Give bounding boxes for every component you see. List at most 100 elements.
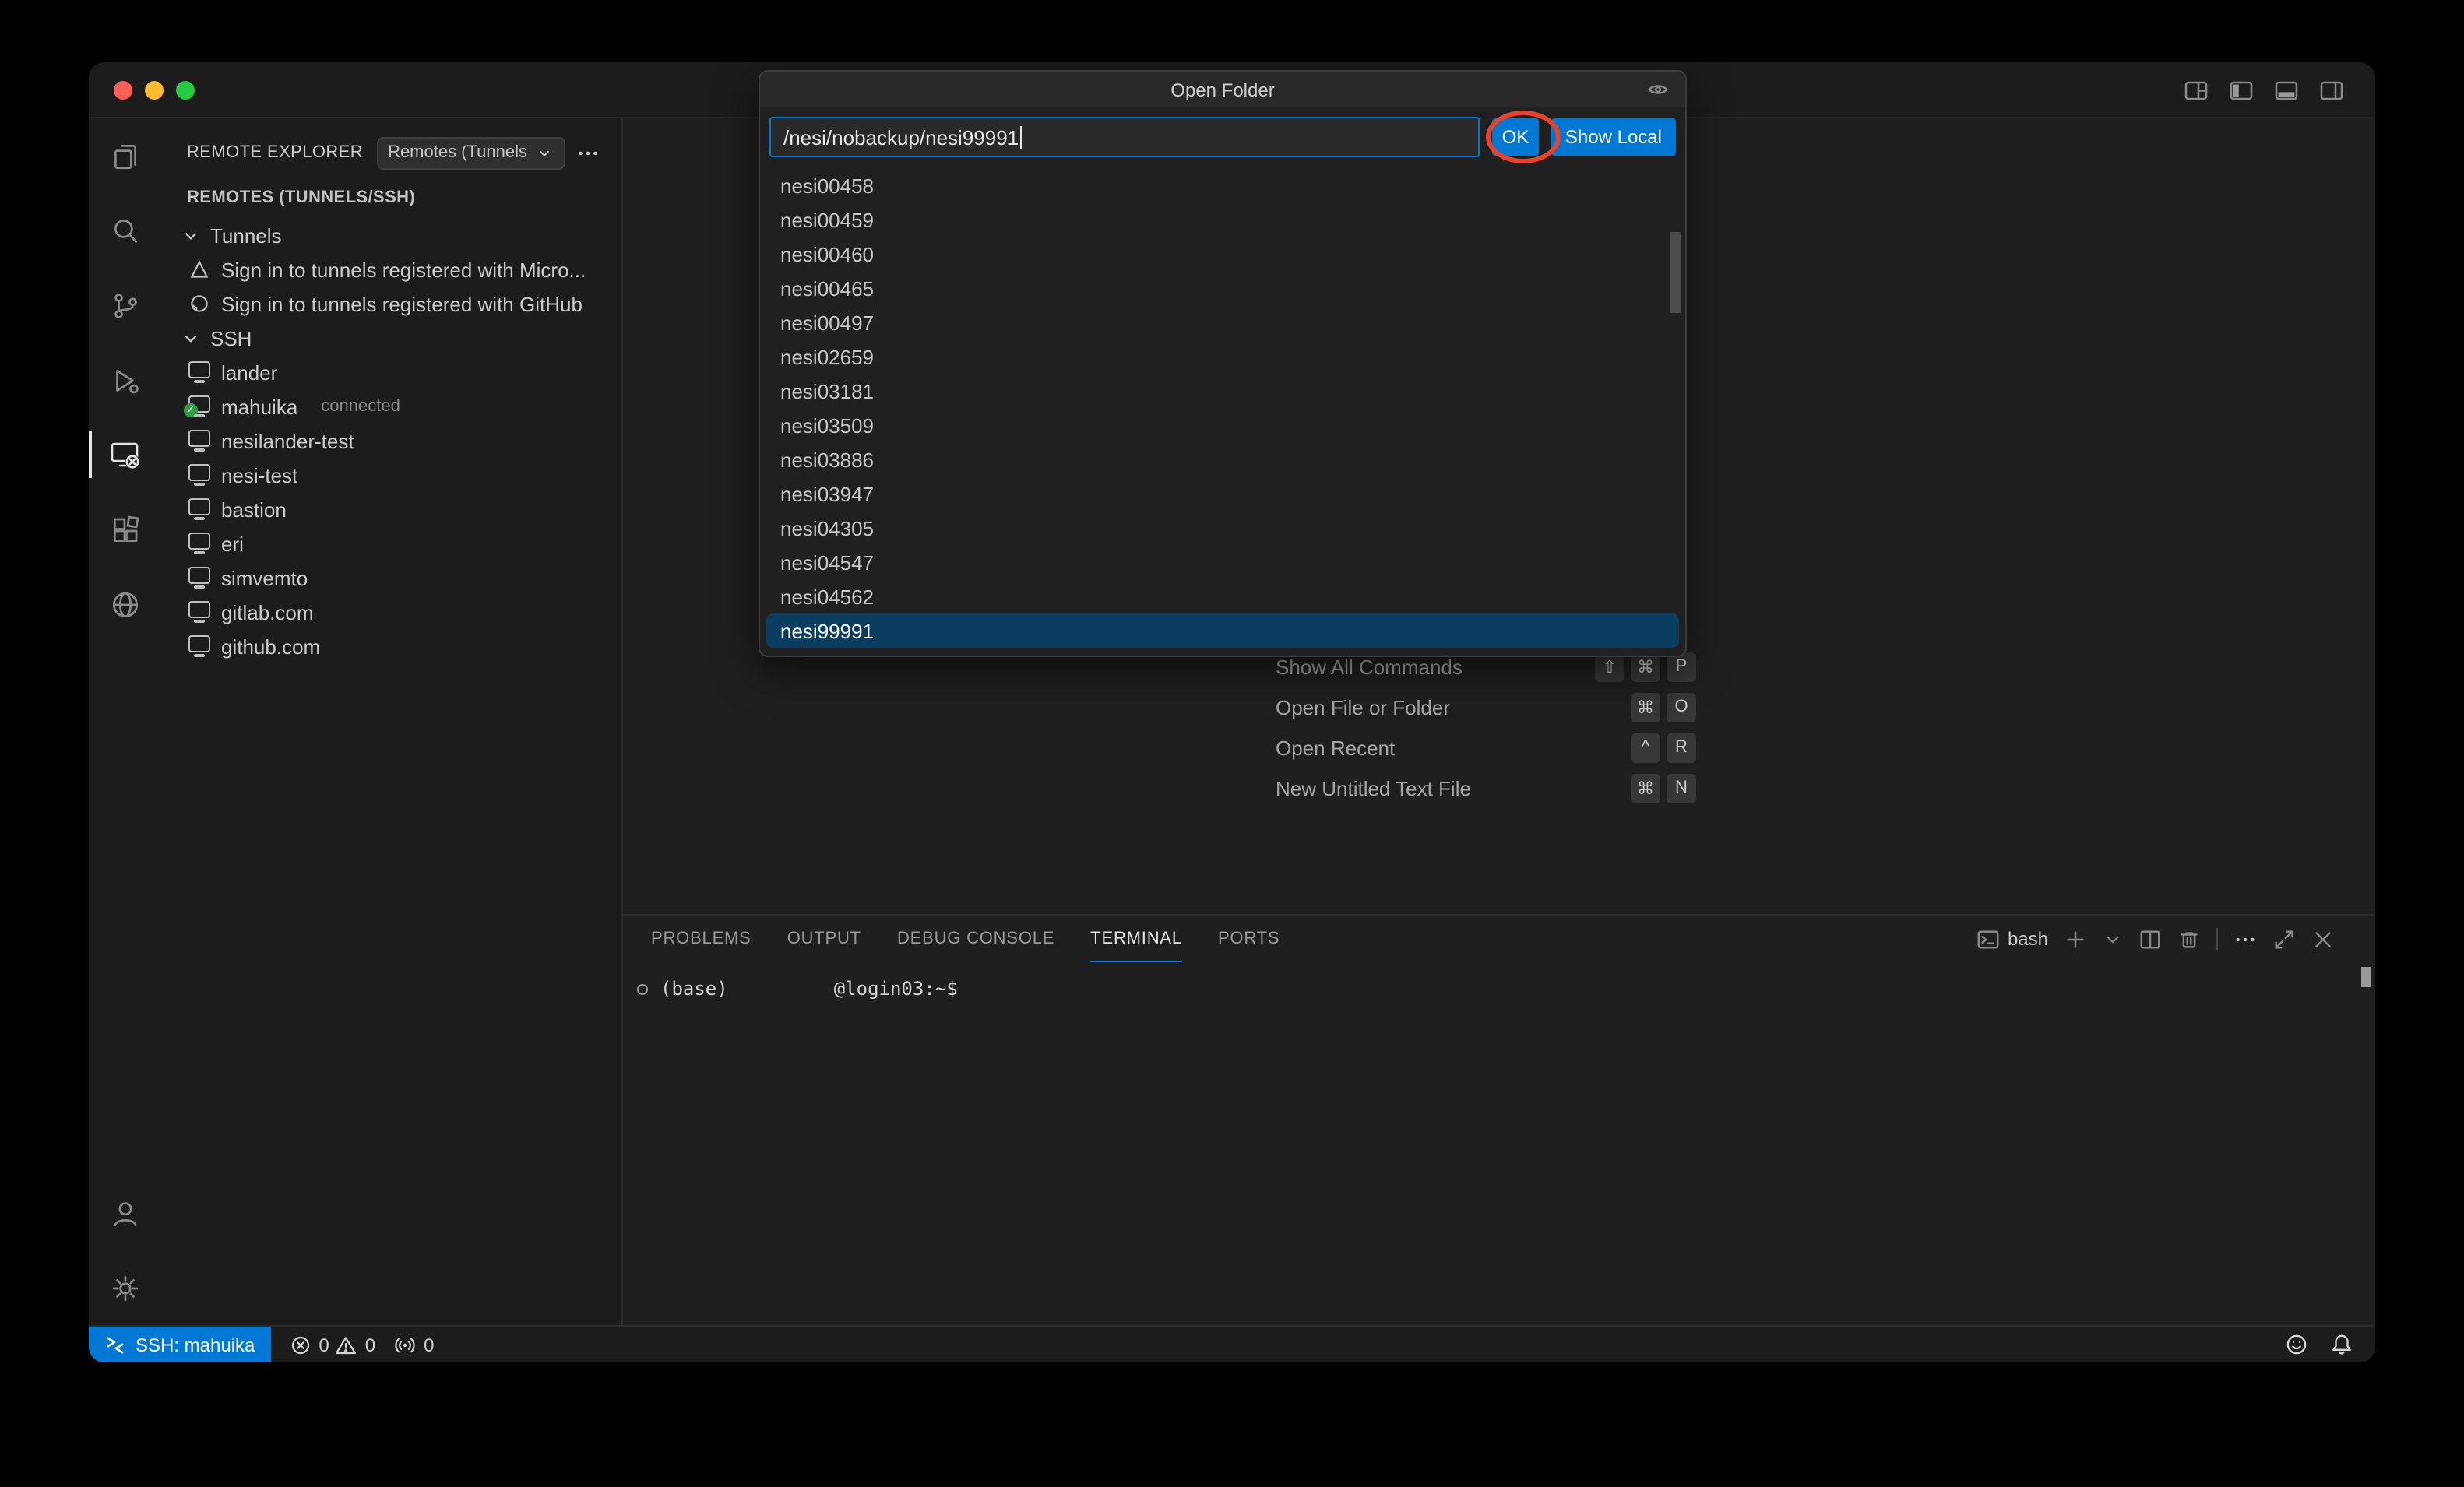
- activity-explorer[interactable]: [89, 118, 160, 193]
- tree-item-tunnels[interactable]: Tunnels: [160, 218, 621, 252]
- quick-pick-item[interactable]: nesi04562: [766, 579, 1679, 613]
- monitor-icon: [188, 361, 210, 378]
- quick-pick-item[interactable]: nesi03509: [766, 408, 1679, 442]
- dialog-title: Open Folder: [1170, 79, 1274, 100]
- bottom-panel: PROBLEMS OUTPUT DEBUG CONSOLE TERMINAL P…: [623, 914, 2375, 1325]
- terminal-view[interactable]: (base) @login03:~$: [623, 962, 2375, 1325]
- activity-search[interactable]: [89, 193, 160, 268]
- quick-pick-item[interactable]: nesi00459: [766, 202, 1679, 237]
- tree-item-label: nesi-test: [221, 463, 297, 487]
- activity-settings[interactable]: [89, 1250, 160, 1325]
- quick-pick-item[interactable]: nesi00465: [766, 271, 1679, 305]
- ports-status[interactable]: 0: [394, 1334, 434, 1355]
- chevron-down-icon: [181, 225, 201, 245]
- chevron-down-icon: [181, 328, 201, 348]
- shell-selector[interactable]: bash: [1976, 927, 2048, 951]
- remote-indicator[interactable]: SSH: mahuika: [89, 1327, 270, 1362]
- more-actions-button[interactable]: [576, 141, 600, 164]
- terminal-icon: [1976, 927, 2000, 951]
- ok-button[interactable]: OK: [1492, 118, 1539, 156]
- editor-watermark: Show All Commands ⇧ ⌘ P Open File or Fol…: [1276, 646, 1696, 808]
- tree-item-ssh[interactable]: SSH: [160, 321, 621, 355]
- chevron-down-icon[interactable]: [2103, 929, 2123, 949]
- tab-terminal[interactable]: TERMINAL: [1090, 916, 1182, 962]
- tab-ports[interactable]: PORTS: [1218, 916, 1280, 962]
- tree-item-label: Tunnels: [210, 223, 282, 247]
- tab-output[interactable]: OUTPUT: [787, 916, 861, 962]
- key-o: O: [1667, 692, 1696, 722]
- quick-pick-item[interactable]: nesi00460: [766, 237, 1679, 271]
- toggle-primary-sidebar-icon[interactable]: [2229, 78, 2254, 103]
- feedback-icon[interactable]: [2285, 1333, 2308, 1356]
- split-terminal-icon[interactable]: [2138, 927, 2162, 951]
- tree-item-signin-github[interactable]: Sign in to tunnels registered with GitHu…: [160, 287, 621, 321]
- eye-icon[interactable]: [1646, 79, 1670, 100]
- quick-pick-item[interactable]: nesi04547: [766, 545, 1679, 579]
- conda-env: (base): [660, 978, 728, 1000]
- watermark-row: New Untitled Text File ⌘ N: [1276, 768, 1696, 808]
- status-bar: SSH: mahuika 0 0 0: [89, 1325, 2375, 1362]
- activity-tunnels[interactable]: [89, 567, 160, 642]
- quick-pick-item[interactable]: nesi02659: [766, 339, 1679, 374]
- window-controls: [114, 80, 195, 99]
- layout-controls: [2184, 62, 2344, 118]
- close-window-button[interactable]: [114, 80, 132, 99]
- gear-icon: [108, 1271, 141, 1304]
- monitor-icon: [188, 430, 210, 447]
- tree-item-host-nesi-test[interactable]: nesi-test: [160, 458, 621, 492]
- activity-remote-explorer[interactable]: [89, 417, 160, 492]
- scrollbar-thumb[interactable]: [1670, 232, 1681, 313]
- section-remotes-tunnels-ssh[interactable]: REMOTES (TUNNELS/SSH): [160, 181, 621, 215]
- minimize-window-button[interactable]: [145, 80, 164, 99]
- warning-count: 0: [365, 1334, 375, 1355]
- zoom-window-button[interactable]: [176, 80, 195, 99]
- tree-item-host-simvemto[interactable]: simvemto: [160, 561, 621, 595]
- folder-path-input[interactable]: /nesi/nobackup/nesi99991: [769, 117, 1480, 157]
- activity-accounts[interactable]: [89, 1176, 160, 1250]
- bell-icon[interactable]: [2330, 1333, 2353, 1356]
- new-terminal-icon[interactable]: [2064, 927, 2087, 951]
- quick-pick-item[interactable]: nesi03181: [766, 374, 1679, 408]
- desktop: REMOTE EXPLORER Remotes (Tunnels REMOTES…: [0, 0, 2464, 1487]
- tree-item-host-eri[interactable]: eri: [160, 526, 621, 561]
- ellipsis-icon: [576, 141, 600, 164]
- maximize-panel-icon[interactable]: [2272, 927, 2296, 951]
- port-count: 0: [424, 1334, 434, 1355]
- text-caret: [1020, 125, 1022, 149]
- panel-actions: bash: [1976, 916, 2375, 962]
- activity-extensions[interactable]: [89, 492, 160, 567]
- quick-pick-item[interactable]: nesi03947: [766, 476, 1679, 511]
- sidebar-title: REMOTE EXPLORER: [187, 143, 363, 162]
- quick-pick-item[interactable]: nesi03886: [766, 442, 1679, 476]
- toggle-panel-icon[interactable]: [2274, 78, 2299, 103]
- toggle-secondary-sidebar-icon[interactable]: [2319, 78, 2344, 103]
- activity-run-debug[interactable]: [89, 343, 160, 417]
- dialog-header[interactable]: Open Folder: [760, 72, 1685, 107]
- quick-pick-item[interactable]: nesi04305: [766, 511, 1679, 545]
- remote-scope-select[interactable]: Remotes (Tunnels: [377, 136, 565, 169]
- customize-layout-icon[interactable]: [2184, 78, 2209, 103]
- quick-pick-item-selected[interactable]: nesi99991: [766, 613, 1679, 648]
- tab-debug-console[interactable]: DEBUG CONSOLE: [897, 916, 1054, 962]
- quick-pick-item[interactable]: nesi00458: [766, 168, 1679, 202]
- tree-item-host-github[interactable]: github.com: [160, 629, 621, 663]
- quick-pick-item[interactable]: nesi00497: [766, 305, 1679, 339]
- scrollbar-thumb[interactable]: [2361, 967, 2371, 987]
- tree-item-host-gitlab[interactable]: gitlab.com: [160, 595, 621, 629]
- connection-status: connected: [321, 397, 400, 416]
- quick-pick-list: nesi00458 nesi00459 nesi00460 nesi00465 …: [760, 167, 1685, 656]
- activity-source-control[interactable]: [89, 268, 160, 343]
- watermark-label: Show All Commands: [1276, 655, 1463, 678]
- show-local-button[interactable]: Show Local: [1551, 118, 1676, 156]
- problems-status[interactable]: 0 0: [289, 1334, 375, 1355]
- kill-terminal-icon[interactable]: [2177, 927, 2201, 951]
- tree-item-signin-microsoft[interactable]: Sign in to tunnels registered with Micro…: [160, 252, 621, 287]
- tab-problems[interactable]: PROBLEMS: [651, 916, 752, 962]
- tree-item-host-nesilander-test[interactable]: nesilander-test: [160, 424, 621, 458]
- tree-item-host-bastion[interactable]: bastion: [160, 492, 621, 526]
- tree-item-label: bastion: [221, 497, 287, 521]
- close-panel-icon[interactable]: [2311, 927, 2335, 951]
- tree-item-host-lander[interactable]: lander: [160, 355, 621, 389]
- tree-item-host-mahuika[interactable]: mahuika connected: [160, 389, 621, 424]
- more-actions-icon[interactable]: [2233, 927, 2257, 951]
